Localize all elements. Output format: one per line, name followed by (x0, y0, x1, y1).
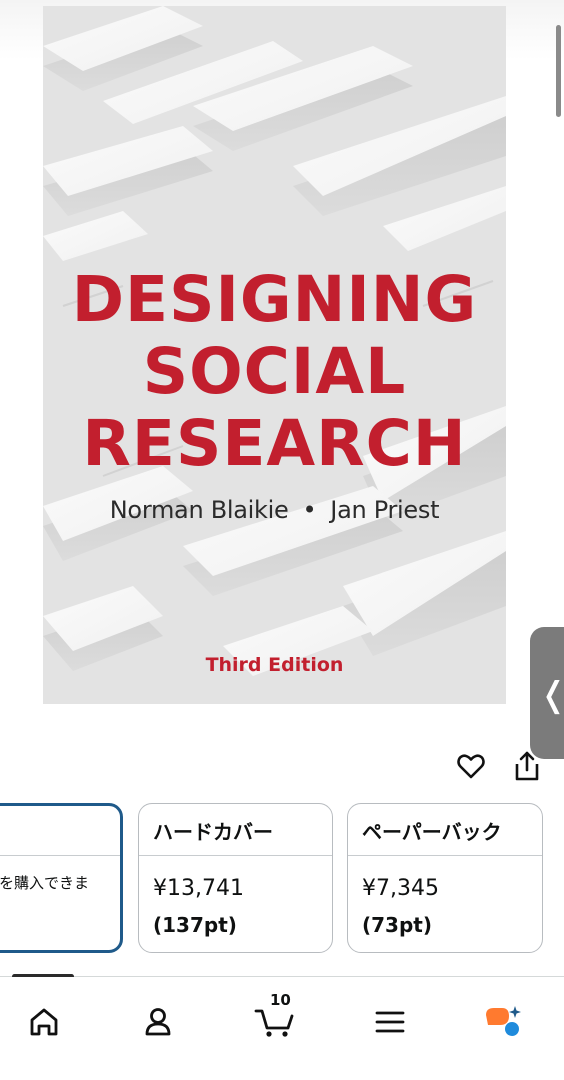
cover-title-line-1: DESIGNING (71, 263, 478, 336)
format-card-hardcover[interactable]: ハードカバー ¥13,741 (137pt) (138, 803, 333, 953)
format-card-header: ペーパーバック (348, 804, 542, 856)
cover-authors: Norman Blaikie • Jan Priest (43, 496, 506, 524)
account-icon[interactable] (128, 991, 188, 1051)
format-card-kindle[interactable]: を購入できま (0, 803, 123, 953)
format-points: (137pt) (153, 913, 237, 937)
author-separator: • (302, 496, 317, 524)
format-points: (73pt) (362, 913, 432, 937)
format-price: ¥7,345 (362, 876, 439, 901)
home-icon[interactable] (13, 991, 73, 1051)
cart-count-badge: 10 (270, 991, 291, 1009)
format-card-header: ハードカバー (139, 804, 332, 856)
scrollbar[interactable] (554, 0, 564, 960)
cover-title-line-3: RESEARCH (82, 407, 467, 480)
heart-icon[interactable] (456, 751, 486, 781)
cover-edition: Third Edition (205, 654, 344, 676)
cover-title-line-2: SOCIAL (142, 335, 407, 408)
format-card-description: を購入できま (0, 874, 90, 892)
product-image[interactable]: DESIGNING SOCIAL RESEARCH Norman Blaikie… (43, 6, 506, 704)
chevron-left-icon: ❬ (539, 675, 564, 715)
format-card-paperback[interactable]: ペーパーバック ¥7,345 (73pt) (347, 803, 543, 953)
menu-icon[interactable] (360, 991, 420, 1051)
cover-author-2: Jan Priest (330, 496, 440, 524)
format-price: ¥13,741 (153, 876, 244, 901)
share-icon[interactable] (513, 750, 541, 782)
bottom-nav: 10 (0, 977, 564, 1080)
cart-icon[interactable]: 10 (246, 991, 306, 1051)
cover-author-1: Norman Blaikie (109, 496, 289, 524)
side-panel-handle[interactable]: ❬ (530, 627, 564, 759)
rufus-icon[interactable] (474, 991, 534, 1051)
scrollbar-thumb[interactable] (556, 25, 561, 117)
format-card-header (0, 806, 120, 856)
